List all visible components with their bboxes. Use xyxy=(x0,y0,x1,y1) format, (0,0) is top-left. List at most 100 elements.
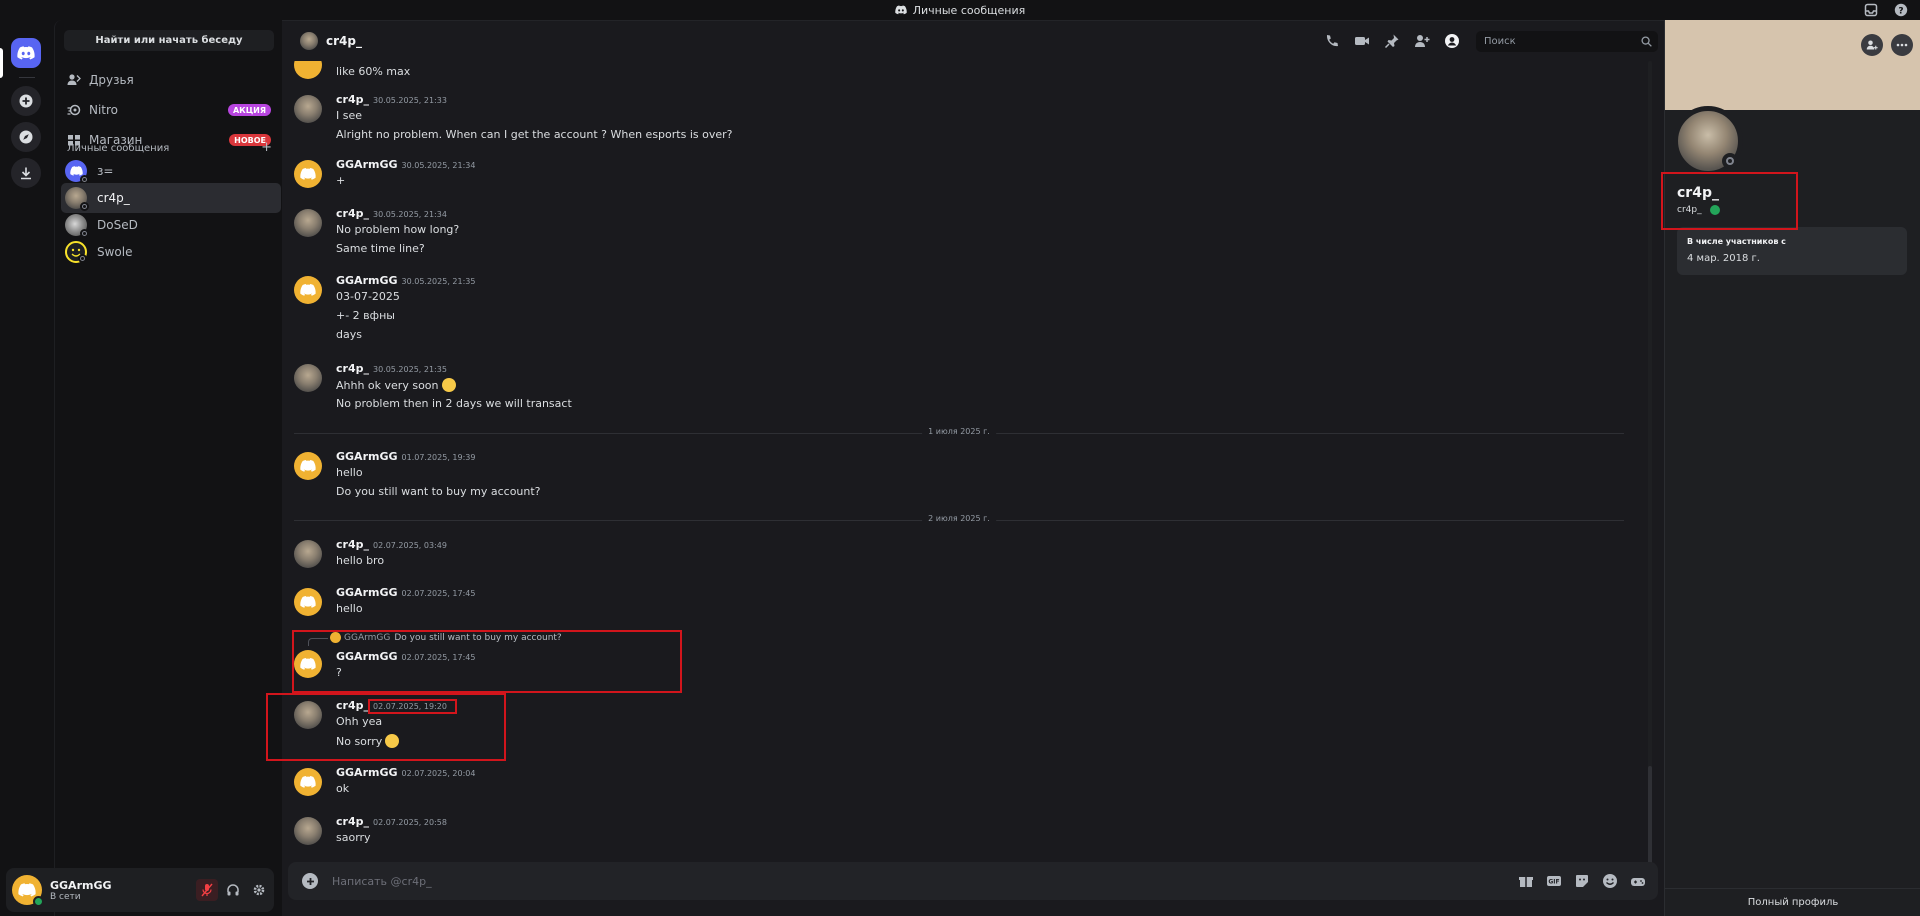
message-timestamp: 30.05.2025, 21:35 xyxy=(401,277,476,286)
call-icon[interactable] xyxy=(1324,33,1340,49)
message: GGArmGG 30.05.2025, 21:34 + xyxy=(294,158,1494,198)
user-info[interactable]: GGArmGG В сети xyxy=(50,879,196,902)
avatar[interactable] xyxy=(294,540,322,568)
message-author[interactable]: GGArmGG xyxy=(336,274,398,287)
message: cr4p_ 02.07.2025, 20:58 saorry xyxy=(294,815,1494,855)
home-button[interactable] xyxy=(11,38,41,68)
avatar[interactable] xyxy=(294,650,322,678)
message-input[interactable]: Написать @cr4p_ xyxy=(332,875,432,888)
message-text: Ahhh ok very soon xyxy=(336,378,456,392)
avatar[interactable] xyxy=(294,61,322,79)
dm-section-title: Личные сообщения xyxy=(67,143,170,154)
message-author[interactable]: cr4p_ xyxy=(336,93,369,106)
message-text: Alright no problem. When can I get the a… xyxy=(336,128,733,141)
dm-item-cr4p[interactable]: cr4p_ xyxy=(61,183,281,213)
sad-emoji-icon xyxy=(385,734,400,748)
create-dm-button[interactable]: + xyxy=(261,140,272,155)
add-friend-icon[interactable] xyxy=(1414,33,1430,49)
avatar[interactable] xyxy=(294,364,322,392)
message-author[interactable]: GGArmGG xyxy=(336,158,398,171)
message-author[interactable]: GGArmGG xyxy=(336,650,398,663)
message-list[interactable]: like 60% max cr4p_ 30.05.2025, 21:33 I se… xyxy=(282,61,1664,861)
message-text: hello bro xyxy=(336,554,385,567)
message-composer[interactable]: Написать @cr4p_ GIF xyxy=(288,862,1658,900)
more-options-button[interactable] xyxy=(1891,34,1913,56)
find-conversation-button[interactable]: Найти или начать беседу xyxy=(64,30,274,51)
discord-app: Личные сообщения ? Найти или начать бесе… xyxy=(0,0,1920,916)
user-name: GGArmGG xyxy=(50,878,112,892)
add-server-button[interactable] xyxy=(11,86,41,116)
help-icon[interactable]: ? xyxy=(1894,3,1908,17)
message-text: No problem then in 2 days we will transa… xyxy=(336,397,572,410)
search-input[interactable]: Поиск xyxy=(1476,31,1658,52)
mute-icon xyxy=(201,883,213,897)
deafen-button[interactable] xyxy=(222,879,244,901)
message-timestamp: 30.05.2025, 21:33 xyxy=(372,96,447,105)
gif-icon[interactable]: GIF xyxy=(1546,873,1562,889)
avatar[interactable] xyxy=(294,817,322,845)
friends-icon xyxy=(67,74,81,85)
discord-icon xyxy=(17,46,35,60)
gift-icon[interactable] xyxy=(1518,873,1534,889)
message-timestamp: 02.07.2025, 19:20 xyxy=(372,702,447,711)
sidebar-item-friends[interactable]: Друзья xyxy=(59,67,279,93)
mute-button[interactable] xyxy=(196,879,218,901)
discord-icon xyxy=(300,596,316,608)
message-author[interactable]: cr4p_ xyxy=(336,207,369,220)
message-author[interactable]: cr4p_ xyxy=(336,538,369,551)
sidebar-item-nitro[interactable]: Nitro АКЦИЯ xyxy=(59,97,279,123)
avatar[interactable] xyxy=(294,768,322,796)
user-panel: GGArmGG В сети xyxy=(6,868,274,912)
message-author[interactable]: GGArmGG xyxy=(336,450,398,463)
dm-item-z[interactable]: з= xyxy=(61,156,281,186)
avatar[interactable] xyxy=(12,875,44,907)
profile-panel: cr4p_ cr4p_ В числе участников с 4 мар. … xyxy=(1664,20,1920,916)
message-author[interactable]: GGArmGG xyxy=(336,586,398,599)
dm-sidebar: Найти или начать беседу Друзья Nitro АКЦ… xyxy=(54,20,282,916)
message-header: GGArmGG 30.05.2025, 21:35 xyxy=(336,274,475,287)
message-author[interactable]: cr4p_ xyxy=(336,815,369,828)
scrollbar-track[interactable] xyxy=(1648,61,1652,871)
message: GGArmGG 30.05.2025, 21:35 03-07-2025 +- 2… xyxy=(294,274,1494,350)
message-author[interactable]: cr4p_ xyxy=(336,699,369,712)
dm-item-swole[interactable]: Swole xyxy=(61,237,281,267)
message-text: Do you still want to buy my account? xyxy=(336,485,541,498)
sticker-icon[interactable] xyxy=(1574,873,1590,889)
reply-preview[interactable]: GGArmGG Do you still want to buy my acco… xyxy=(308,632,562,646)
date-divider-label: 2 июля 2025 г. xyxy=(922,514,996,523)
full-profile-button[interactable]: Полный профиль xyxy=(1665,888,1920,916)
pin-icon[interactable] xyxy=(1384,33,1400,49)
avatar[interactable] xyxy=(294,701,322,729)
profile-toggle-icon[interactable] xyxy=(1444,33,1460,49)
emoji-icon[interactable] xyxy=(1602,873,1618,889)
online-status-indicator xyxy=(33,896,44,907)
message-text: ? xyxy=(336,666,342,679)
avatar xyxy=(65,241,87,263)
discord-icon xyxy=(18,883,36,897)
message-text: hello xyxy=(336,466,363,479)
attach-button[interactable] xyxy=(302,873,318,889)
avatar[interactable] xyxy=(294,588,322,616)
download-button[interactable] xyxy=(11,158,41,188)
dm-item-dosed[interactable]: DoSeD xyxy=(61,210,281,240)
avatar[interactable] xyxy=(294,95,322,123)
add-friend-button[interactable] xyxy=(1861,34,1883,56)
scrollbar-thumb[interactable] xyxy=(1648,766,1652,871)
headphones-icon xyxy=(227,884,239,896)
channel-name[interactable]: cr4p_ xyxy=(326,34,362,48)
profile-avatar[interactable] xyxy=(1673,106,1743,176)
message-author[interactable]: GGArmGG xyxy=(336,766,398,779)
message-header: GGArmGG 02.07.2025, 20:04 xyxy=(336,766,475,779)
avatar[interactable] xyxy=(294,276,322,304)
inbox-icon[interactable] xyxy=(1864,3,1878,17)
discover-button[interactable] xyxy=(11,122,41,152)
apps-icon[interactable] xyxy=(1630,873,1646,889)
avatar[interactable] xyxy=(294,452,322,480)
video-icon[interactable] xyxy=(1354,33,1370,49)
avatar[interactable] xyxy=(294,160,322,188)
avatar[interactable] xyxy=(294,209,322,237)
user-settings-button[interactable] xyxy=(248,879,270,901)
profile-display-name: cr4p_ xyxy=(1677,185,1719,201)
message-author[interactable]: cr4p_ xyxy=(336,362,369,375)
message-text: Ohh yea xyxy=(336,715,383,728)
